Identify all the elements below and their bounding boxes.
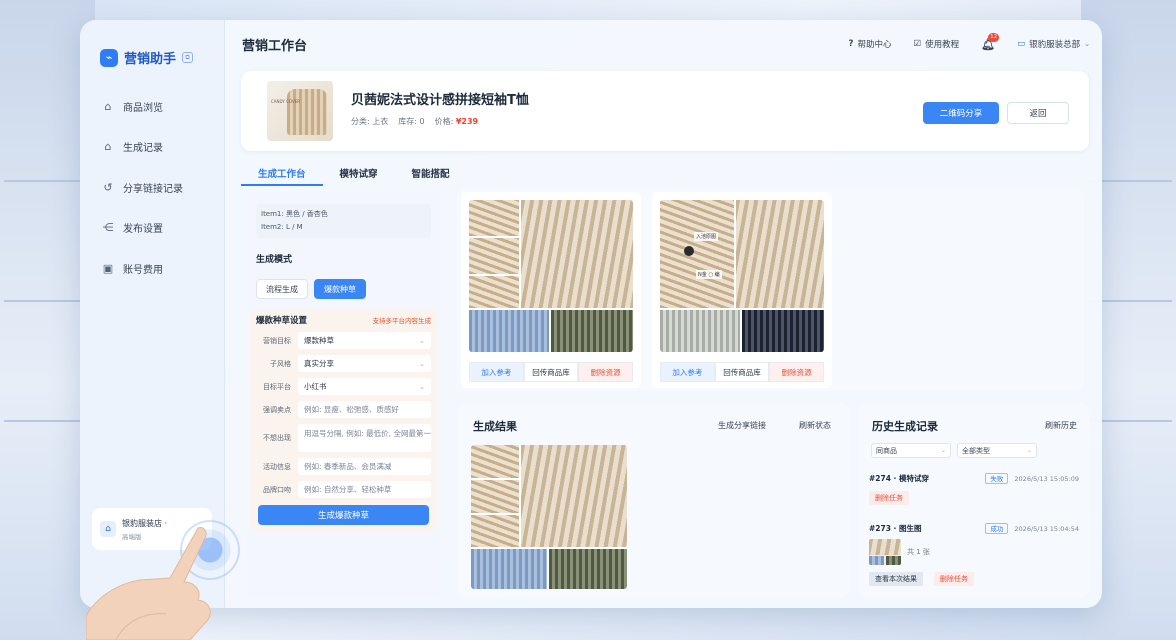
chevron-down-icon: ⌄	[419, 382, 425, 391]
hot-settings: 爆款种草设置 支持多平台内容生成 营销目标 爆款种草 ⌄ 子风格 真实分享 ⌄ 目标平台…	[250, 309, 437, 531]
history-panel: 历史生成记录 刷新历史 同商品 ⌄ 全部类型 ⌄ #274 · 模特试穿 失败 2026…	[859, 403, 1089, 598]
image-tag: 入池原图	[694, 232, 719, 241]
generate-hot-button[interactable]: 生成爆款种草	[258, 505, 429, 525]
product-category: 上衣	[372, 117, 389, 126]
sku-items: Item1: 黑色 / 香杏色 Item2: L / M	[256, 204, 431, 238]
sidebar-item-generate-records[interactable]: ⌂ 生成记录	[94, 133, 214, 161]
view-result-button[interactable]: 查看本次结果	[869, 572, 923, 586]
product-name: 贝茜妮法式设计感拼接短袖T恤	[351, 93, 529, 108]
share-node-icon: ⋲	[102, 221, 114, 234]
result-title: 生成结果	[473, 420, 517, 433]
tutorial-link[interactable]: ☑ 使用教程	[913, 38, 959, 50]
return-library-button[interactable]: 回传商品库	[523, 362, 579, 382]
mode-hot-button[interactable]: 爆款种草	[314, 279, 366, 299]
result-image	[471, 445, 627, 589]
tab-bar: 生成工作台 模特试穿 智能搭配	[241, 166, 467, 186]
account-menu[interactable]: ▭ 银豹服装总部 ⌄	[1017, 38, 1090, 50]
filter-product-select[interactable]: 同商品 ⌄	[871, 443, 951, 458]
reference-area: 加入参考 回传商品库 删除资源 入池原图 N金 ▢ 编 加入参考 回传商品库 删…	[457, 188, 1084, 391]
home-icon: ⌂	[104, 140, 112, 153]
share-icon: ↺	[103, 180, 113, 194]
workbench-settings-panel: Item1: 黑色 / 香杏色 Item2: L / M 生成模式 流程生成 爆…	[246, 192, 441, 598]
app-window: ⌁ 营销助手 ⧉ ⌂ 商品浏览 ⌂ 生成记录 ↺ 分享链接记录 ⋲ 发布设置 ▣ 账号费用…	[80, 20, 1102, 608]
selling-points-input[interactable]: 例如: 显瘦、松弛感、质感好	[298, 401, 431, 418]
brand-tone-input[interactable]: 例如: 自然分享、轻松种草	[298, 481, 431, 498]
image-tag: N金 ▢ 编	[696, 270, 722, 279]
mode-switch: 流程生成 爆款种草	[256, 279, 441, 299]
exclude-words-input[interactable]: 用逗号分隔, 例如: 最低价, 全网最第一	[298, 424, 431, 452]
sidebar-item-product-browse[interactable]: ⌂ 商品浏览	[94, 92, 214, 120]
back-button[interactable]: 返回	[1007, 102, 1069, 124]
history-title: 历史生成记录	[872, 420, 938, 433]
chevron-down-icon: ⌄	[419, 359, 425, 368]
activity-info-input[interactable]: 例如: 春季新品、会员满减	[298, 458, 431, 475]
status-badge: 失败	[985, 473, 1009, 484]
notification-badge: 12	[988, 32, 1000, 42]
logo-icon: ⌁	[100, 48, 118, 67]
reference-card: 加入参考 回传商品库 删除资源	[461, 192, 641, 388]
chevron-down-icon: ⌄	[419, 336, 425, 345]
delete-task-button[interactable]: 删除任务	[933, 572, 974, 586]
delete-task-button[interactable]: 删除任务	[869, 491, 909, 505]
help-center-link[interactable]: ? 帮助中心	[849, 38, 892, 50]
product-stock: 0	[419, 117, 425, 126]
delete-resource-button[interactable]: 删除资源	[769, 362, 825, 382]
logo-text: 营销助手	[124, 52, 177, 67]
generate-share-link-button[interactable]: 生成分享链接	[718, 420, 766, 431]
tab-model-tryon[interactable]: 模特试穿	[323, 166, 395, 186]
add-reference-button[interactable]: 加入参考	[469, 362, 524, 382]
record-count: 共 1 张	[907, 548, 930, 556]
mode-flow-button[interactable]: 流程生成	[256, 279, 308, 299]
mode-title: 生成模式	[256, 255, 293, 265]
tab-smart-match[interactable]: 智能搭配	[395, 166, 467, 186]
history-record: #273 · 图生图 成功 2026/5/13 15:04:54 共 1 张 查看本…	[869, 523, 1079, 586]
sidebar-item-publish-settings[interactable]: ⋲ 发布设置	[94, 214, 214, 242]
chevron-down-icon: ⌄	[1026, 447, 1032, 454]
reference-card: 入池原图 N金 ▢ 编 加入参考 回传商品库 删除资源	[652, 192, 832, 388]
page-title: 营销工作台	[242, 38, 308, 54]
product-price: ¥239	[455, 117, 479, 126]
product-meta: 分类: 上衣 库存: 0 价格: ¥239	[351, 117, 479, 126]
filter-type-select[interactable]: 全部类型 ⌄	[957, 443, 1037, 458]
product-image: CANDY COVER	[267, 81, 333, 141]
history-record: #274 · 模特试穿 失败 2026/5/13 15:05:09 删除任务	[869, 473, 1079, 505]
reference-image: 入池原图 N金 ▢ 编	[660, 200, 824, 352]
sub-style-select[interactable]: 真实分享 ⌄	[298, 355, 431, 372]
tab-workbench[interactable]: 生成工作台	[241, 166, 323, 186]
refresh-status-button[interactable]: 刷新状态	[799, 420, 831, 431]
notification-button[interactable]: 🔔︎ 12	[981, 32, 1000, 51]
chevron-down-icon: ⌄	[940, 447, 946, 454]
record-thumbnail[interactable]	[869, 539, 901, 565]
status-badge: 成功	[985, 523, 1009, 534]
logo: ⌁ 营销助手 ⧉	[100, 48, 194, 67]
tutorial-icon: ☑	[913, 39, 922, 49]
help-icon: ?	[848, 39, 854, 49]
header: 营销工作台 ? 帮助中心 ☑ 使用教程 🔔︎ 12 ▭ 银豹服装总部 ⌄	[242, 32, 1090, 56]
delete-resource-button[interactable]: 删除资源	[578, 362, 634, 382]
pointing-hand	[86, 527, 211, 640]
settings-title: 爆款种草设置	[256, 316, 308, 326]
logo-tag-icon: ⧉	[182, 52, 194, 63]
home-icon: ⌂	[104, 99, 112, 113]
product-image-label: CANDY COVER	[271, 99, 301, 104]
result-panel: 生成结果 生成分享链接 刷新状态	[457, 403, 849, 598]
chevron-down-icon: ⌄	[1084, 40, 1090, 48]
monitor-icon: ▭	[1017, 39, 1026, 49]
reference-image	[469, 200, 633, 352]
marketing-goal-select[interactable]: 爆款种草 ⌄	[298, 332, 431, 349]
product-card: CANDY COVER 贝茜妮法式设计感拼接短袖T恤 分类: 上衣 库存: 0 …	[241, 71, 1089, 151]
add-reference-button[interactable]: 加入参考	[660, 362, 715, 382]
settings-hint: 支持多平台内容生成	[372, 317, 432, 325]
refresh-history-button[interactable]: 刷新历史	[1045, 420, 1077, 431]
sidebar-nav: ⌂ 商品浏览 ⌂ 生成记录 ↺ 分享链接记录 ⋲ 发布设置 ▣ 账号费用	[94, 92, 214, 295]
sidebar-item-share-records[interactable]: ↺ 分享链接记录	[94, 173, 214, 201]
sidebar-item-account-fee[interactable]: ▣ 账号费用	[94, 254, 214, 282]
return-library-button[interactable]: 回传商品库	[714, 362, 770, 382]
qrcode-share-button[interactable]: 二维码分享	[923, 102, 999, 124]
target-platform-select[interactable]: 小红书 ⌄	[298, 378, 431, 395]
bill-icon: ▣	[102, 261, 114, 275]
